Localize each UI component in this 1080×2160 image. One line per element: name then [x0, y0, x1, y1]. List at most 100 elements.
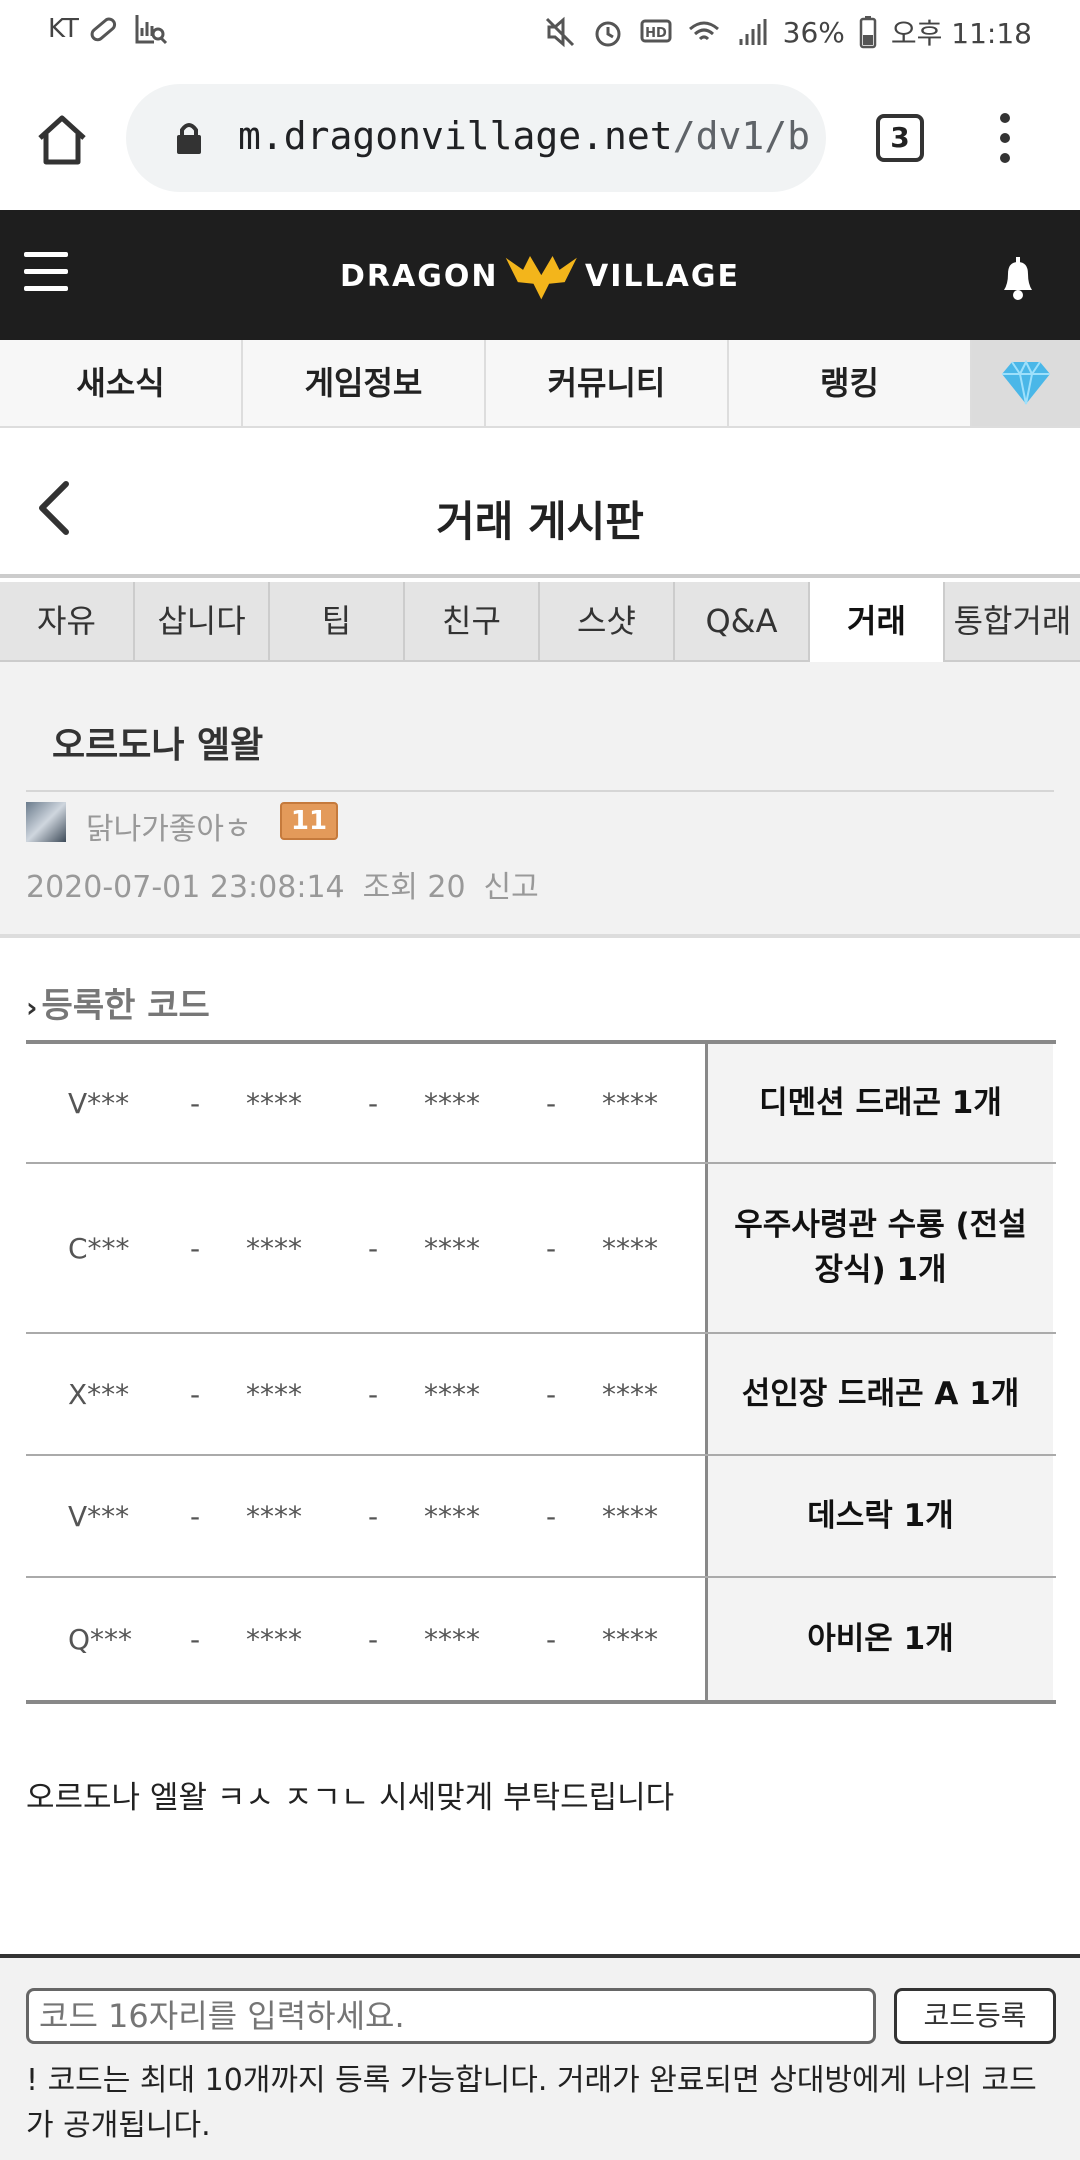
tab-trade[interactable]: 거래	[810, 582, 945, 662]
more-menu-icon[interactable]	[990, 108, 1020, 168]
code-part: C***	[68, 1231, 130, 1265]
code-part: V***	[68, 1499, 130, 1533]
status-bar: KT HD 36% 오후 11:18	[0, 0, 1080, 64]
code-cell: V*** - **** - **** - ****	[26, 1044, 708, 1162]
tab-free[interactable]: 자유	[0, 582, 135, 662]
code-dash: -	[545, 1231, 557, 1265]
avatar[interactable]	[26, 802, 66, 842]
reward-cell: 디멘션 드래곤 1개	[708, 1044, 1053, 1162]
code-part: ****	[246, 1377, 302, 1411]
code-input[interactable]	[26, 1988, 876, 2044]
code-part: ****	[424, 1377, 480, 1411]
site-logo[interactable]: DRAGON VILLAGE	[340, 246, 740, 306]
codes-table: V*** - **** - **** - **** 디멘션 드래곤 1개 C**…	[26, 1040, 1056, 1704]
chart-search-icon	[135, 15, 168, 45]
tab-screenshot[interactable]: 스샷	[540, 582, 675, 662]
wifi-icon	[688, 21, 719, 41]
code-part: Q***	[68, 1622, 133, 1656]
table-row: V*** - **** - **** - **** 데스락 1개	[26, 1456, 1056, 1578]
code-dash: -	[545, 1377, 557, 1411]
table-row: V*** - **** - **** - **** 디멘션 드래곤 1개	[26, 1044, 1056, 1164]
code-cell: Q*** - **** - **** - ****	[26, 1578, 708, 1700]
code-dash: -	[189, 1622, 201, 1656]
code-part: ****	[424, 1499, 480, 1533]
level-badge: 11	[280, 802, 338, 840]
code-cell: C*** - **** - **** - ****	[26, 1164, 708, 1332]
code-dash: -	[367, 1377, 379, 1411]
code-dash: -	[189, 1499, 201, 1533]
browser-toolbar: m.dragonvillage.net/dv1/boa 3	[0, 64, 1080, 210]
diamond-icon	[1002, 360, 1050, 405]
codes-heading: › 등록한 코드	[26, 978, 210, 1027]
tab-tip[interactable]: 팁	[270, 582, 405, 662]
codes-heading-label: 등록한 코드	[41, 986, 210, 1026]
logo-text-left: DRAGON	[340, 258, 499, 294]
code-dash: -	[367, 1086, 379, 1120]
code-dash: -	[545, 1499, 557, 1533]
url-host: m.dragonvillage.net	[238, 114, 673, 158]
nav-news[interactable]: 새소식	[0, 340, 243, 426]
code-dash: -	[367, 1231, 379, 1265]
code-part: ****	[246, 1086, 302, 1120]
page-title: 거래 게시판	[436, 497, 644, 546]
code-part: ****	[602, 1499, 658, 1533]
signal-icon	[739, 19, 767, 45]
address-bar[interactable]: m.dragonvillage.net/dv1/boa	[126, 84, 826, 192]
nav-game-info[interactable]: 게임정보	[243, 340, 486, 426]
svg-text:HD: HD	[645, 26, 667, 41]
code-dash: -	[189, 1377, 201, 1411]
table-row: Q*** - **** - **** - **** 아비온 1개	[26, 1578, 1056, 1700]
tab-qna[interactable]: Q&A	[675, 582, 810, 662]
nav-community[interactable]: 커뮤니티	[486, 340, 729, 426]
post-date: 2020-07-01 23:08:14	[26, 870, 345, 905]
hd-icon: HD	[640, 19, 672, 43]
battery-icon	[859, 16, 877, 49]
alarm-icon	[595, 21, 621, 47]
logo-text-right: VILLAGE	[585, 258, 740, 294]
code-dash: -	[189, 1086, 201, 1120]
bell-icon[interactable]	[996, 254, 1040, 302]
register-code-button[interactable]: 코드등록	[894, 1988, 1056, 2044]
code-dash: -	[367, 1622, 379, 1656]
nav-gem-shop[interactable]	[972, 340, 1080, 426]
code-part: ****	[602, 1622, 658, 1656]
url-text: m.dragonvillage.net/dv1/boa	[238, 114, 808, 158]
author-name[interactable]: 닭나가좋아ㅎ	[86, 804, 252, 848]
post-meta: 2020-07-01 23:08:14 조회 20 신고	[26, 862, 557, 906]
code-part: ****	[424, 1231, 480, 1265]
site-header: DRAGON VILLAGE	[0, 210, 1080, 340]
table-row: C*** - **** - **** - **** 우주사령관 수룡 (전설 장…	[26, 1164, 1056, 1334]
mute-icon	[545, 16, 574, 48]
clock: 오후 11:18	[890, 17, 1032, 50]
code-dash: -	[189, 1231, 201, 1265]
home-icon[interactable]	[30, 108, 94, 172]
tab-buy[interactable]: 삽니다	[135, 582, 270, 662]
chevron-right-icon: ›	[26, 991, 38, 1024]
code-dash: -	[367, 1499, 379, 1533]
code-part: ****	[246, 1622, 302, 1656]
code-cell: V*** - **** - **** - ****	[26, 1456, 708, 1576]
code-part: ****	[602, 1231, 658, 1265]
tab-switcher-button[interactable]: 3	[876, 114, 924, 162]
reward-cell: 선인장 드래곤 A 1개	[708, 1334, 1053, 1454]
table-row: X*** - **** - **** - **** 선인장 드래곤 A 1개	[26, 1334, 1056, 1456]
view-count: 조회 20	[362, 870, 466, 905]
hamburger-menu-icon[interactable]	[24, 252, 68, 292]
page-title-bar: 거래 게시판	[0, 428, 1080, 578]
report-link[interactable]: 신고	[484, 870, 539, 905]
nav-ranking[interactable]: 랭킹	[729, 340, 972, 426]
tab-friend[interactable]: 친구	[405, 582, 540, 662]
code-dash: -	[545, 1622, 557, 1656]
code-part: ****	[246, 1231, 302, 1265]
code-cell: X*** - **** - **** - ****	[26, 1334, 708, 1454]
code-part: ****	[424, 1622, 480, 1656]
code-dash: -	[545, 1086, 557, 1120]
tab-integrated-trade[interactable]: 통합거래	[945, 582, 1080, 662]
reward-cell: 우주사령관 수룡 (전설 장식) 1개	[708, 1164, 1053, 1332]
reward-cell: 데스락 1개	[708, 1456, 1053, 1576]
url-path: /dv1/boa	[672, 114, 808, 158]
post-header: 오르도나 엘왈 닭나가좋아ㅎ 11 2020-07-01 23:08:14 조회 …	[0, 662, 1080, 938]
code-part: X***	[68, 1377, 130, 1411]
carrier-label: KT	[48, 14, 79, 44]
reward-cell: 아비온 1개	[708, 1578, 1053, 1700]
